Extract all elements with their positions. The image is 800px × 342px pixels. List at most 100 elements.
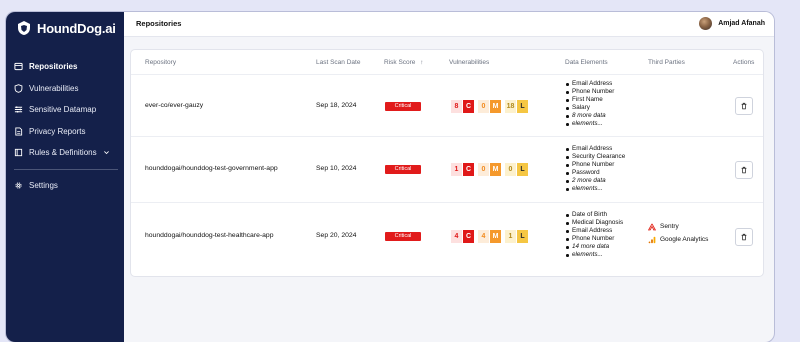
column-header-last-scan[interactable]: Last Scan Date bbox=[316, 59, 360, 66]
datamap-icon bbox=[14, 106, 23, 113]
more-data-elements-link[interactable]: 2 more data bbox=[565, 177, 625, 185]
column-header-third-parties[interactable]: Third Parties bbox=[648, 59, 685, 66]
low-badge: L bbox=[517, 100, 528, 113]
trash-icon bbox=[741, 102, 747, 110]
low-badge: L bbox=[517, 230, 528, 243]
risk-badge: Critical bbox=[385, 102, 421, 111]
medium-badge: M bbox=[490, 100, 501, 113]
data-element: Email Address bbox=[565, 145, 625, 153]
last-scan-date: Sep 18, 2024 bbox=[316, 102, 357, 109]
more-data-elements-link-cont[interactable]: elements... bbox=[565, 185, 625, 193]
sidebar-item-label: Vulnerabilities bbox=[29, 83, 79, 93]
low-count: 18 bbox=[505, 100, 516, 113]
chevron-down-icon[interactable] bbox=[103, 149, 110, 156]
third-party-google-analytics[interactable]: Google Analytics bbox=[648, 233, 708, 246]
column-header-data-elements[interactable]: Data Elements bbox=[565, 59, 608, 66]
trash-icon bbox=[741, 166, 747, 174]
page-title: Repositories bbox=[136, 19, 182, 28]
sidebar-item-repositories[interactable]: Repositories bbox=[14, 56, 118, 78]
critical-badge: C bbox=[463, 230, 474, 243]
user-menu[interactable]: Amjad Afanah bbox=[699, 17, 765, 30]
repository-name[interactable]: hounddogai/hounddog-test-healthcare-app bbox=[145, 232, 274, 239]
data-element: Phone Number bbox=[565, 235, 623, 243]
medium-count: 0 bbox=[478, 100, 489, 113]
data-elements-list: Date of Birth Medical Diagnosis Email Ad… bbox=[565, 211, 623, 260]
low-badge: L bbox=[517, 163, 528, 176]
data-element: Email Address bbox=[565, 227, 623, 235]
trash-icon bbox=[741, 233, 747, 241]
data-element: Medical Diagnosis bbox=[565, 219, 623, 227]
data-element: First Name bbox=[565, 96, 614, 104]
gear-icon bbox=[15, 182, 22, 189]
data-element: Phone Number bbox=[565, 88, 614, 96]
vulnerability-counts: 1 C 0 M 0 L bbox=[451, 163, 528, 176]
sidebar-item-label: Settings bbox=[29, 180, 58, 190]
delete-button[interactable] bbox=[735, 97, 753, 115]
sidebar-item-privacy-reports[interactable]: Privacy Reports bbox=[14, 121, 118, 143]
data-element: Phone Number bbox=[565, 161, 625, 169]
low-count: 1 bbox=[505, 230, 516, 243]
sidebar-item-settings[interactable]: Settings bbox=[14, 175, 118, 197]
sentry-icon bbox=[648, 223, 656, 230]
hound-logo-icon bbox=[18, 21, 30, 35]
sidebar-item-vulnerabilities[interactable]: Vulnerabilities bbox=[14, 78, 118, 100]
sidebar-item-rules-definitions[interactable]: Rules & Definitions bbox=[14, 142, 118, 164]
column-header-vulnerabilities[interactable]: Vulnerabilities bbox=[449, 59, 489, 66]
column-header-risk-score[interactable]: Risk Score ↑ bbox=[384, 59, 424, 66]
third-party-name: Sentry bbox=[660, 223, 679, 230]
shield-icon bbox=[14, 83, 23, 93]
document-icon bbox=[15, 127, 23, 136]
risk-badge: Critical bbox=[385, 232, 421, 241]
sort-arrow-icon: ↑ bbox=[420, 59, 424, 66]
medium-count: 4 bbox=[478, 230, 489, 243]
table-row[interactable]: ever-co/ever-gauzy Sep 18, 2024 Critical… bbox=[131, 75, 763, 137]
column-header-actions: Actions bbox=[733, 59, 755, 66]
data-element: Email Address bbox=[565, 80, 614, 88]
third-party-sentry[interactable]: Sentry bbox=[648, 220, 708, 233]
last-scan-date: Sep 20, 2024 bbox=[316, 232, 357, 239]
risk-badge: Critical bbox=[385, 165, 421, 174]
top-bar: Repositories Amjad Afanah bbox=[124, 12, 774, 37]
column-header-repository[interactable]: Repository bbox=[145, 59, 176, 66]
vulnerability-counts: 8 C 0 M 18 L bbox=[451, 100, 528, 113]
user-name: Amjad Afanah bbox=[718, 20, 765, 27]
more-data-elements-link[interactable]: 8 more data bbox=[565, 112, 614, 120]
critical-count: 4 bbox=[451, 230, 462, 243]
data-element: Salary bbox=[565, 104, 614, 112]
repository-name[interactable]: ever-co/ever-gauzy bbox=[145, 102, 203, 109]
more-data-elements-link-cont[interactable]: elements... bbox=[565, 251, 623, 259]
data-element: Password bbox=[565, 169, 625, 177]
sidebar-item-label: Repositories bbox=[29, 62, 78, 72]
data-elements-list: Email Address Security Clearance Phone N… bbox=[565, 145, 625, 194]
data-element: Date of Birth bbox=[565, 211, 623, 219]
critical-count: 1 bbox=[451, 163, 462, 176]
sidebar-nav: Repositories Vulnerabilities Sensitive D… bbox=[14, 56, 118, 196]
medium-badge: M bbox=[490, 230, 501, 243]
last-scan-date: Sep 10, 2024 bbox=[316, 165, 357, 172]
critical-badge: C bbox=[463, 100, 474, 113]
data-element: Security Clearance bbox=[565, 153, 625, 161]
avatar[interactable] bbox=[699, 17, 713, 30]
table-row[interactable]: hounddogai/hounddog-test-healthcare-app … bbox=[131, 203, 763, 269]
repositories-table: Repository Last Scan Date Risk Score ↑ V… bbox=[130, 49, 764, 277]
critical-badge: C bbox=[463, 163, 474, 176]
sidebar-divider bbox=[14, 168, 118, 170]
book-icon bbox=[14, 149, 23, 157]
more-data-elements-link[interactable]: 14 more data bbox=[565, 243, 623, 251]
more-data-elements-link-cont[interactable]: elements... bbox=[565, 120, 614, 128]
sidebar-item-sensitive-datamap[interactable]: Sensitive Datamap bbox=[14, 99, 118, 121]
delete-button[interactable] bbox=[735, 228, 753, 246]
third-party-name: Google Analytics bbox=[660, 236, 709, 243]
brand-logo[interactable]: HoundDog.ai bbox=[16, 20, 116, 36]
sidebar-item-label: Privacy Reports bbox=[29, 126, 86, 136]
third-parties-list: Sentry Google Analytics bbox=[648, 220, 708, 246]
google-analytics-icon bbox=[648, 236, 656, 243]
risk-score-label: Risk Score bbox=[384, 59, 416, 66]
table-row[interactable]: hounddogai/hounddog-test-government-app … bbox=[131, 137, 763, 203]
medium-count: 0 bbox=[478, 163, 489, 176]
repository-name[interactable]: hounddogai/hounddog-test-government-app bbox=[145, 165, 278, 172]
low-count: 0 bbox=[505, 163, 516, 176]
delete-button[interactable] bbox=[735, 161, 753, 179]
vulnerability-counts: 4 C 4 M 1 L bbox=[451, 230, 528, 243]
sidebar: HoundDog.ai Repositories Vulnerabilities… bbox=[6, 12, 124, 342]
